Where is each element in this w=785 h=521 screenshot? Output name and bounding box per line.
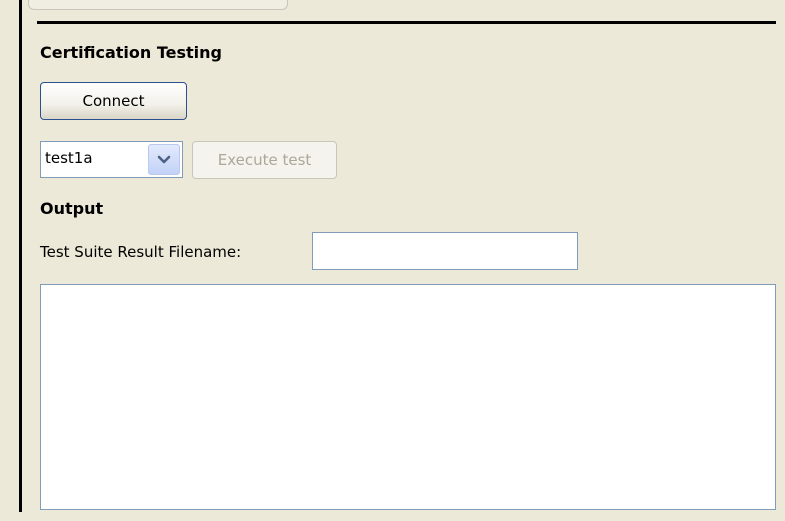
test-select-dropdown[interactable]: test1a: [40, 141, 183, 178]
chevron-down-icon: [157, 155, 171, 163]
connect-button[interactable]: Connect: [40, 82, 187, 120]
panel-tab-edge: [28, 0, 288, 10]
panel-left-border: [19, 0, 22, 512]
result-filename-input[interactable]: [312, 232, 578, 270]
dropdown-arrow-button[interactable]: [148, 144, 180, 175]
section-separator: [37, 21, 776, 24]
execute-test-button[interactable]: Execute test: [192, 141, 337, 179]
test-select-value: test1a: [45, 149, 93, 167]
result-filename-label: Test Suite Result Filename:: [40, 243, 242, 261]
output-heading: Output: [40, 199, 104, 218]
certification-testing-heading: Certification Testing: [40, 43, 222, 62]
output-text-area[interactable]: [40, 284, 776, 510]
